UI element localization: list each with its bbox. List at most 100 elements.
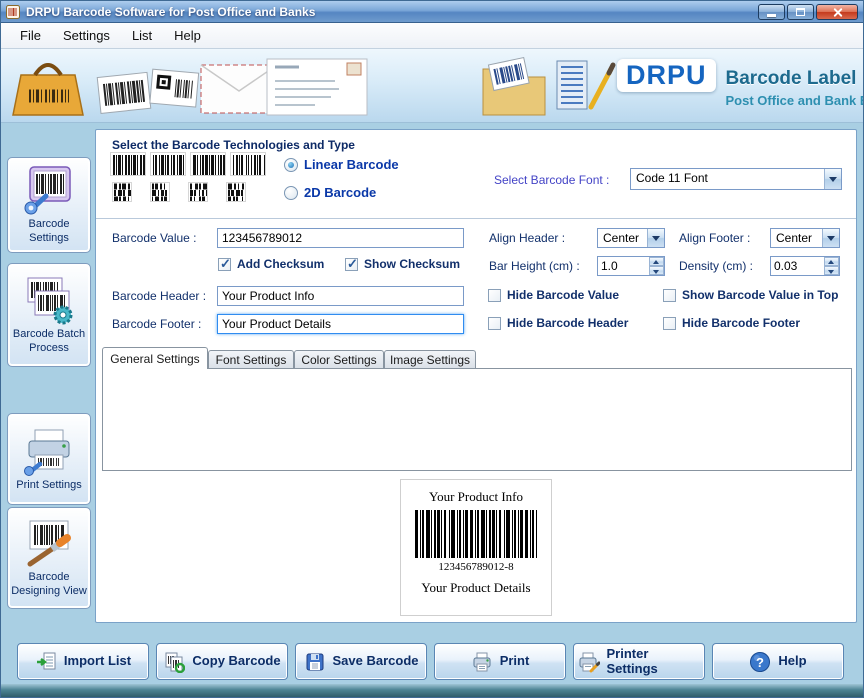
preview-footer-text: Your Product Details <box>421 580 530 596</box>
app-icon <box>6 5 20 19</box>
spinner-down-icon[interactable] <box>824 266 839 275</box>
barcode-header-input[interactable] <box>217 286 464 306</box>
banner: DRPU Barcode Label Maker Post Office and… <box>1 49 864 123</box>
hide-barcode-footer-checkbox[interactable]: Hide Barcode Footer <box>663 316 800 330</box>
action-label: Save Barcode <box>333 654 419 668</box>
linear-sample-icon <box>190 152 226 176</box>
align-footer-value: Center <box>771 229 822 247</box>
radio-icon <box>284 186 298 200</box>
main-panel: Select the Barcode Technologies and Type <box>95 129 857 623</box>
barcode-font-label: Select Barcode Font : <box>494 173 609 187</box>
sidebar-item-barcode-settings[interactable]: Barcode Settings <box>7 157 91 253</box>
barcode-settings-icon <box>22 165 76 215</box>
maximize-button[interactable] <box>787 4 814 20</box>
window-bottom-frame <box>1 684 864 697</box>
hide-barcode-header-checkbox[interactable]: Hide Barcode Header <box>488 316 628 330</box>
banner-decoration-left <box>5 51 377 119</box>
density-input[interactable] <box>771 257 824 275</box>
checkbox-icon <box>663 317 676 330</box>
brand-block: DRPU Barcode Label Maker Post Office and… <box>617 59 864 108</box>
help-icon: ? <box>749 651 771 673</box>
align-footer-select[interactable]: Center <box>770 228 840 248</box>
copy-barcode-icon <box>163 651 185 673</box>
menu-settings[interactable]: Settings <box>52 25 121 46</box>
tab-font-settings[interactable]: Font Settings <box>208 350 294 369</box>
bar-height-spinner[interactable] <box>597 256 665 276</box>
minimize-button[interactable] <box>758 4 785 20</box>
menu-list[interactable]: List <box>121 25 163 46</box>
barcode-designing-icon <box>22 518 76 568</box>
close-button[interactable] <box>816 4 858 20</box>
density-spinner[interactable] <box>770 256 840 276</box>
sidebar-item-label: Print Settings <box>16 479 81 493</box>
menu-help[interactable]: Help <box>163 25 212 46</box>
drpu-logo-text: DRPU <box>626 60 707 90</box>
2d-barcode-samples <box>112 182 246 202</box>
linear-barcode-label: Linear Barcode <box>304 157 399 172</box>
tab-image-settings[interactable]: Image Settings <box>384 350 476 369</box>
2d-barcode-label: 2D Barcode <box>304 185 376 200</box>
action-label: Print <box>500 654 530 668</box>
align-header-select[interactable]: Center <box>597 228 665 248</box>
radio-icon <box>284 158 298 172</box>
banner-decoration-right <box>479 53 621 119</box>
linear-barcode-samples <box>110 152 266 176</box>
spinner-up-icon[interactable] <box>824 257 839 266</box>
menu-file[interactable]: File <box>9 25 52 46</box>
barcode-value-input[interactable] <box>217 228 464 248</box>
show-barcode-value-top-checkbox[interactable]: Show Barcode Value in Top <box>663 288 838 302</box>
bar-height-input[interactable] <box>598 257 649 275</box>
tab-general-settings[interactable]: General Settings <box>102 347 208 369</box>
close-icon <box>832 7 843 18</box>
action-label: Help <box>778 654 806 668</box>
help-button[interactable]: ? Help <box>712 643 844 680</box>
add-checksum-label: Add Checksum <box>237 257 324 271</box>
show-barcode-value-top-label: Show Barcode Value in Top <box>682 288 838 302</box>
spinner-up-icon[interactable] <box>649 257 664 266</box>
align-footer-label: Align Footer : <box>679 231 750 245</box>
dropdown-arrow-icon <box>822 229 839 247</box>
preview-header-text: Your Product Info <box>429 489 523 505</box>
barcode-font-select[interactable]: Code 11 Font <box>630 168 842 190</box>
printer-settings-icon <box>578 651 600 673</box>
preview-barcode-image <box>413 510 539 558</box>
tab-label: Color Settings <box>301 353 376 367</box>
2d-sample-icon <box>226 182 246 202</box>
import-list-button[interactable]: Import List <box>17 643 149 680</box>
hide-barcode-value-checkbox[interactable]: Hide Barcode Value <box>488 288 619 302</box>
hide-barcode-footer-label: Hide Barcode Footer <box>682 316 800 330</box>
barcode-batch-icon <box>22 275 76 325</box>
save-barcode-button[interactable]: Save Barcode <box>295 643 427 680</box>
tab-label: Image Settings <box>390 353 470 367</box>
linear-sample-icon <box>230 152 266 176</box>
tab-label: Font Settings <box>216 353 287 367</box>
drpu-logo: DRPU <box>617 59 716 92</box>
spinner-down-icon[interactable] <box>649 266 664 275</box>
copy-barcode-button[interactable]: Copy Barcode <box>156 643 288 680</box>
window-title: DRPU Barcode Software for Post Office an… <box>26 5 315 19</box>
checkbox-icon <box>488 317 501 330</box>
barcode-footer-input[interactable] <box>217 314 464 334</box>
2d-sample-icon <box>112 182 132 202</box>
maximize-icon <box>796 8 805 16</box>
print-button[interactable]: Print <box>434 643 566 680</box>
linear-barcode-radio[interactable]: Linear Barcode <box>284 157 399 172</box>
show-checksum-checkbox[interactable]: Show Checksum <box>345 257 460 271</box>
action-label: Printer Settings <box>607 647 701 676</box>
svg-text:?: ? <box>756 655 764 670</box>
2d-barcode-radio[interactable]: 2D Barcode <box>284 185 376 200</box>
sidebar-item-barcode-designing-view[interactable]: Barcode Designing View <box>7 507 91 609</box>
window-controls <box>758 4 858 20</box>
tab-color-settings[interactable]: Color Settings <box>294 350 384 369</box>
sidebar-item-barcode-batch-process[interactable]: Barcode Batch Process <box>7 263 91 367</box>
barcode-footer-label: Barcode Footer : <box>112 317 201 331</box>
printer-settings-button[interactable]: Printer Settings <box>573 643 705 680</box>
action-label: Import List <box>64 654 131 668</box>
sidebar-item-print-settings[interactable]: Print Settings <box>7 413 91 505</box>
checkbox-icon <box>345 258 358 271</box>
add-checksum-checkbox[interactable]: Add Checksum <box>218 257 324 271</box>
align-header-label: Align Header : <box>489 231 565 245</box>
barcode-header-label: Barcode Header : <box>112 289 206 303</box>
bar-height-label: Bar Height (cm) : <box>489 259 580 273</box>
import-list-icon <box>35 651 57 673</box>
